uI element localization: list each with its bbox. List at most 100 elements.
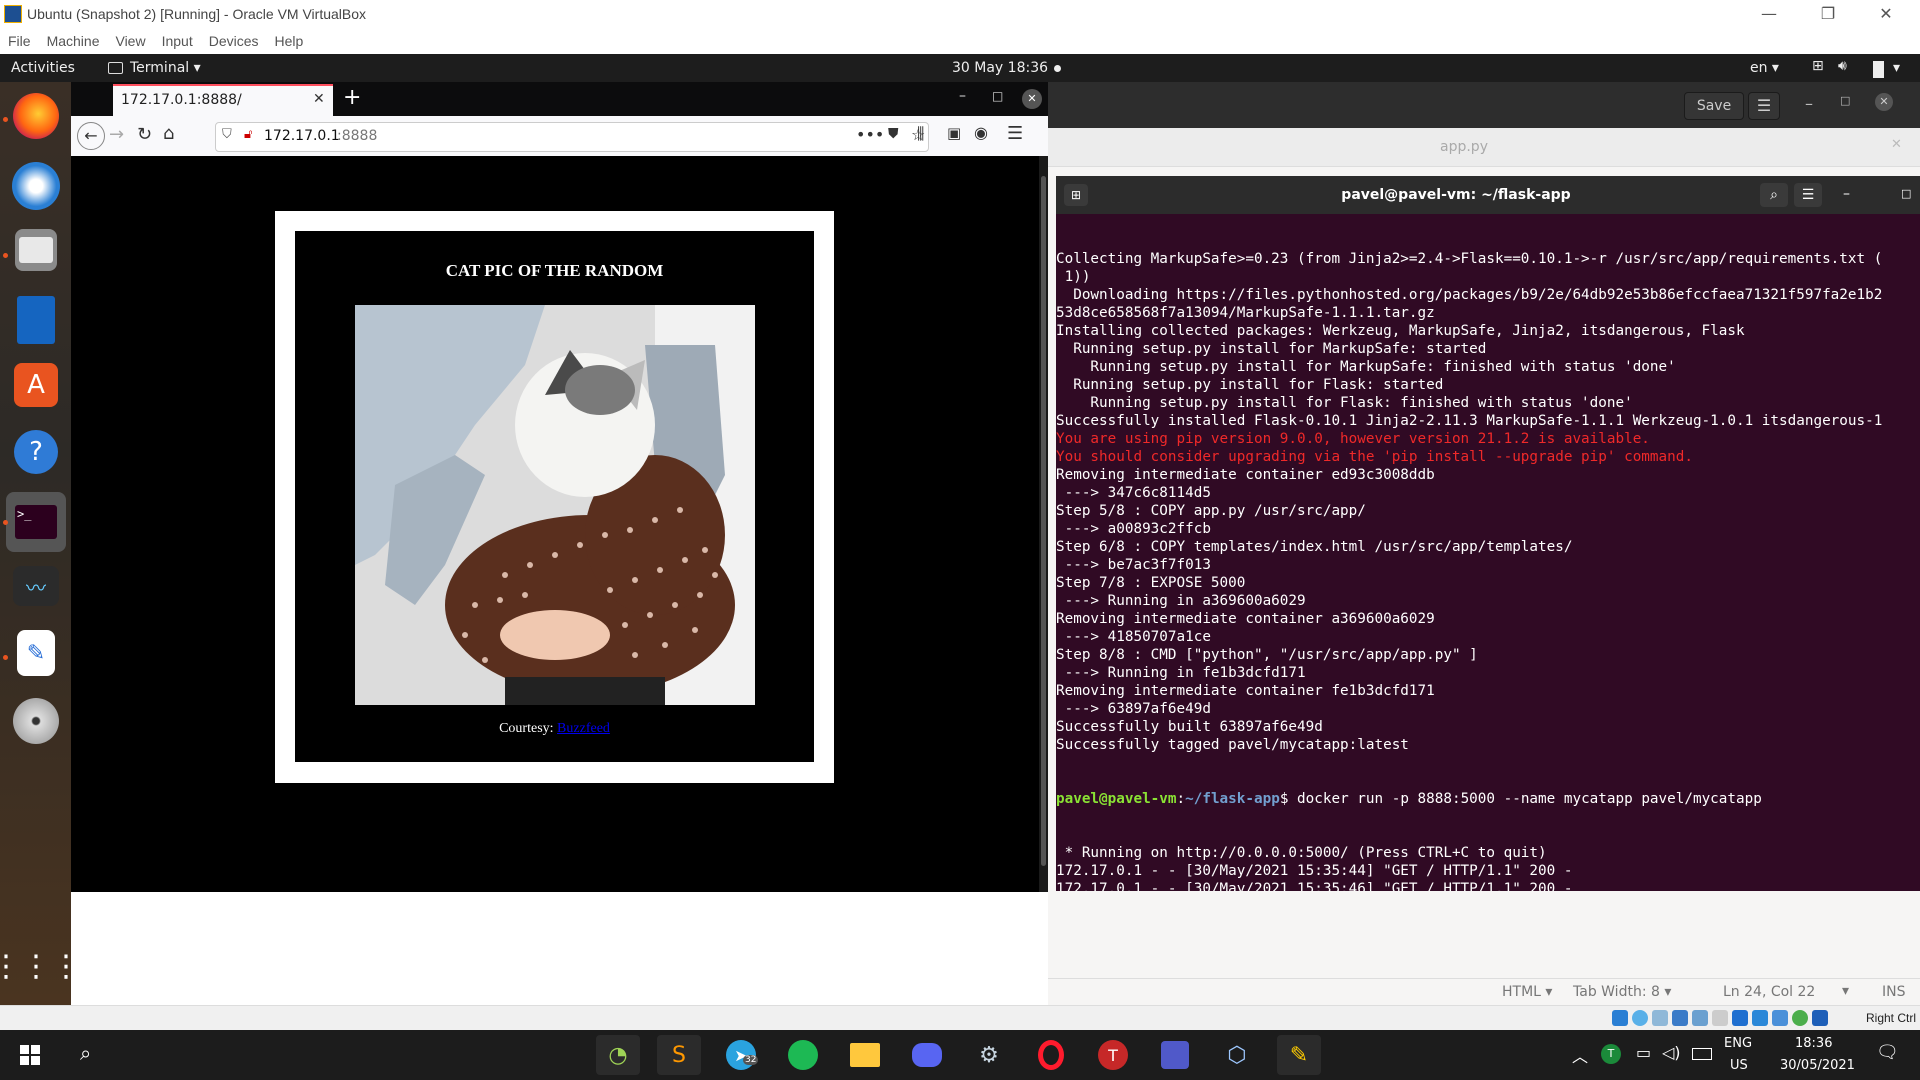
- volume-tray-icon[interactable]: ◁): [1662, 1043, 1681, 1062]
- tray-chevron-icon[interactable]: ︿: [1572, 1043, 1588, 1067]
- language-select[interactable]: HTML ▾: [1502, 984, 1552, 1000]
- activities-button[interactable]: Activities: [11, 60, 75, 76]
- clock[interactable]: 30 May 18:36: [952, 60, 1048, 76]
- ff-maximize-icon[interactable]: □: [992, 89, 1003, 103]
- language-indicator[interactable]: en ▾: [1750, 60, 1779, 76]
- writer-icon[interactable]: [17, 296, 55, 344]
- system-monitor-icon[interactable]: 〰: [13, 566, 59, 606]
- cursor-position-dropdown-icon[interactable]: ▾: [1842, 983, 1849, 999]
- insecure-lock-icon[interactable]: 🔓︎: [244, 127, 252, 142]
- thunderbird-icon[interactable]: [12, 162, 60, 210]
- opera-icon[interactable]: [1029, 1035, 1073, 1075]
- new-tab-icon[interactable]: +: [343, 85, 361, 110]
- vbox-status-icons[interactable]: [1612, 1010, 1862, 1027]
- library-icon[interactable]: ⫼: [917, 124, 924, 144]
- terminal-line: Installing collected packages: Werkzeug,…: [1056, 323, 1745, 339]
- ff-close-icon[interactable]: ✕: [1022, 89, 1042, 109]
- text-editor-icon[interactable]: ✎: [17, 630, 55, 676]
- steam-icon[interactable]: ⚙: [967, 1035, 1011, 1075]
- battery-icon[interactable]: [1873, 61, 1884, 78]
- terminal-minimize-icon[interactable]: –: [1843, 186, 1850, 202]
- network-tray-icon[interactable]: ▭: [1636, 1043, 1651, 1062]
- help-icon[interactable]: ?: [14, 430, 58, 474]
- tracking-shield-icon[interactable]: ⛉: [222, 127, 232, 142]
- terminal-line: Successfully tagged pavel/mycatapp:lates…: [1056, 737, 1409, 753]
- taskbar-app-1-icon[interactable]: ◔: [596, 1035, 640, 1075]
- home-button[interactable]: ⌂: [163, 123, 174, 144]
- gedit-minimize-icon[interactable]: –: [1805, 94, 1813, 113]
- menu-input[interactable]: Input: [154, 30, 201, 49]
- spotify-icon[interactable]: [781, 1035, 825, 1075]
- terminal-search-icon[interactable]: ⌕: [1760, 183, 1788, 207]
- input-language-2[interactable]: US: [1730, 1058, 1748, 1073]
- battery-tray-icon[interactable]: [1692, 1048, 1712, 1060]
- menu-view[interactable]: View: [107, 30, 153, 49]
- reload-button[interactable]: ↻: [137, 124, 152, 145]
- gedit-save-button[interactable]: Save: [1684, 92, 1744, 120]
- courtesy-label: Courtesy:: [499, 721, 554, 736]
- gedit-maximize-icon[interactable]: □: [1840, 94, 1850, 107]
- gedit-tab-close-icon[interactable]: ✕: [1891, 137, 1902, 152]
- ff-minimize-icon[interactable]: –: [959, 88, 966, 104]
- system-menu-icon[interactable]: ▾: [1893, 60, 1900, 76]
- app-menu[interactable]: Terminal ▾: [130, 60, 201, 76]
- terminal-maximize-icon[interactable]: □: [1901, 187, 1911, 200]
- tab-close-icon[interactable]: ✕: [313, 91, 325, 107]
- taskbar-app-pencil-icon[interactable]: ✎: [1277, 1035, 1321, 1075]
- firefox-icon[interactable]: [13, 93, 59, 139]
- terminal-line: You should consider upgrading via the 'p…: [1056, 449, 1693, 465]
- page-scrollbar[interactable]: [1039, 156, 1048, 892]
- menu-devices[interactable]: Devices: [201, 30, 267, 49]
- url-bar[interactable]: ⛉ 🔓︎ 172.17.0.1 :8888 ••• ⛊ ☆: [215, 122, 929, 152]
- terminal-line: Running setup.py install for MarkupSafe:…: [1056, 359, 1676, 375]
- gedit-tab[interactable]: app.py ✕: [1048, 128, 1920, 167]
- menu-icon[interactable]: ☰: [1007, 123, 1023, 144]
- pocket-icon[interactable]: ⛊: [888, 126, 899, 142]
- gedit-close-icon[interactable]: ✕: [1875, 93, 1893, 111]
- terminal-icon[interactable]: >_: [6, 492, 66, 552]
- taskbar-time[interactable]: 18:36: [1795, 1036, 1832, 1051]
- terminal-output[interactable]: Collecting MarkupSafe>=0.23 (from Jinja2…: [1056, 214, 1920, 891]
- disc-icon[interactable]: [13, 698, 59, 744]
- virtualbox-taskbar-icon[interactable]: ⬡: [1215, 1035, 1259, 1075]
- action-center-icon[interactable]: 🗨︎: [1876, 1042, 1899, 1063]
- tray-app-icon[interactable]: T: [1601, 1044, 1621, 1064]
- back-button[interactable]: ←: [77, 122, 105, 150]
- minimize-button[interactable]: —: [1746, 0, 1792, 30]
- close-button[interactable]: ✕: [1863, 0, 1909, 30]
- menu-help[interactable]: Help: [267, 30, 312, 49]
- account-icon[interactable]: ◉: [974, 123, 988, 142]
- discord-icon[interactable]: [905, 1035, 949, 1075]
- windows-start-icon[interactable]: [20, 1045, 40, 1065]
- gedit-menu-icon[interactable]: ☰: [1748, 92, 1780, 120]
- gedit-header: [1048, 82, 1920, 128]
- teams-icon[interactable]: [1153, 1035, 1197, 1075]
- file-explorer-icon[interactable]: [843, 1035, 887, 1075]
- volume-icon[interactable]: 🔊︎: [1838, 58, 1847, 74]
- sidebar-icon[interactable]: ▣: [947, 124, 961, 142]
- network-icon[interactable]: ⊞: [1812, 58, 1824, 74]
- menu-machine[interactable]: Machine: [39, 30, 108, 49]
- url-host: 172.17.0.1: [264, 128, 340, 144]
- restore-button[interactable]: ❐: [1805, 0, 1851, 30]
- input-language-1[interactable]: ENG: [1724, 1036, 1752, 1051]
- software-center-icon[interactable]: A: [14, 363, 58, 407]
- vbox-statusbar: Right Ctrl: [0, 1005, 1920, 1031]
- show-applications-icon[interactable]: ⋮⋮⋮: [0, 946, 81, 986]
- terminal-app-icon: [108, 62, 123, 74]
- taskbar-app-t-icon[interactable]: T: [1091, 1035, 1135, 1075]
- terminal-menu-icon[interactable]: ☰: [1794, 183, 1822, 207]
- windows-search-icon[interactable]: ⌕: [80, 1041, 91, 1065]
- page-actions-icon[interactable]: •••: [856, 125, 884, 144]
- cursor-position[interactable]: Ln 24, Col 22: [1723, 984, 1815, 1000]
- sublime-text-icon[interactable]: S: [657, 1035, 701, 1075]
- taskbar-date[interactable]: 30/05/2021: [1780, 1058, 1855, 1073]
- menu-file[interactable]: File: [0, 30, 39, 49]
- terminal-line: ---> a00893c2ffcb: [1056, 521, 1211, 537]
- files-icon[interactable]: [15, 229, 57, 271]
- buzzfeed-link[interactable]: Buzzfeed: [557, 721, 610, 736]
- telegram-icon[interactable]: ➤ 32: [719, 1035, 763, 1075]
- forward-button[interactable]: →: [109, 124, 124, 145]
- browser-tab[interactable]: 172.17.0.1:8888/ ✕: [113, 84, 333, 116]
- tab-width-select[interactable]: Tab Width: 8 ▾: [1573, 984, 1671, 1000]
